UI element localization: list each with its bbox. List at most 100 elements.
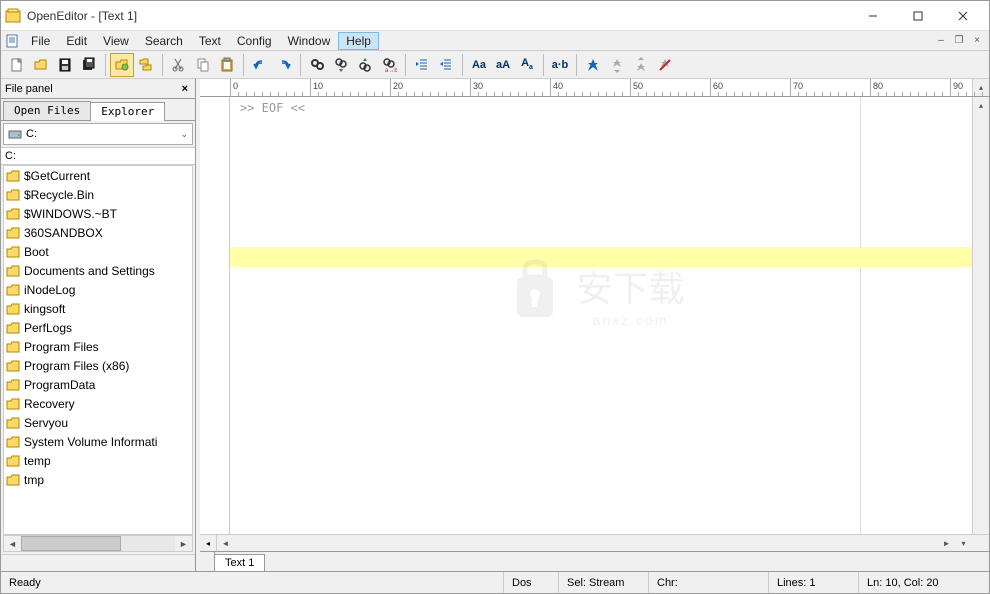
folder-item[interactable]: Documents and Settings <box>4 261 192 280</box>
redo-button[interactable] <box>272 53 296 77</box>
folder-item[interactable]: Boot <box>4 242 192 261</box>
copy-button[interactable] <box>191 53 215 77</box>
folder-icon <box>6 436 20 448</box>
folder-item[interactable]: temp <box>4 451 192 470</box>
menu-window[interactable]: Window <box>280 32 339 50</box>
scroll-left-arrow[interactable]: ◄ <box>217 535 234 551</box>
folder-name: temp <box>24 454 51 468</box>
save-button[interactable] <box>53 53 77 77</box>
status-position: Ln: 10, Col: 20 <box>859 572 989 593</box>
editor-area: ▴ 0102030405060708090 >> EOF << ▴ 安下载anx… <box>200 79 989 571</box>
mdi-close[interactable]: × <box>969 34 985 48</box>
tab-explorer[interactable]: Explorer <box>90 102 165 121</box>
folder-tree-button[interactable] <box>134 53 158 77</box>
find-prev-button[interactable] <box>353 53 377 77</box>
cut-button[interactable] <box>167 53 191 77</box>
folder-item[interactable]: ProgramData <box>4 375 192 394</box>
folder-icon <box>6 455 20 467</box>
folder-name: Program Files (x86) <box>24 359 129 373</box>
folder-name: $Recycle.Bin <box>24 188 94 202</box>
vertical-scrollbar[interactable]: ▴ <box>972 97 989 534</box>
bookmark-prev-button[interactable] <box>629 53 653 77</box>
app-window: OpenEditor - [Text 1] File Edit View Sea… <box>0 0 990 594</box>
find-button[interactable] <box>305 53 329 77</box>
titlebar: OpenEditor - [Text 1] <box>1 1 989 31</box>
minimize-button[interactable] <box>850 2 895 30</box>
open-file-button[interactable] <box>29 53 53 77</box>
folder-icon <box>6 322 20 334</box>
menu-view[interactable]: View <box>95 32 137 50</box>
folder-item[interactable]: System Volume Informati <box>4 432 192 451</box>
mdi-restore[interactable]: ❐ <box>951 34 967 48</box>
mdi-minimize[interactable]: – <box>933 34 949 48</box>
folder-icon <box>6 170 20 182</box>
word-button[interactable]: a·b <box>548 53 572 77</box>
scroll-down-arrow[interactable]: ▾ <box>955 535 972 551</box>
folder-name: tmp <box>24 473 44 487</box>
scroll-right-arrow[interactable]: ► <box>938 535 955 551</box>
close-button[interactable] <box>940 2 985 30</box>
scroll-left-icon[interactable]: ◄ <box>4 539 21 549</box>
folder-item[interactable]: $WINDOWS.~BT <box>4 204 192 223</box>
folder-icon <box>6 398 20 410</box>
folder-item[interactable]: $Recycle.Bin <box>4 185 192 204</box>
undo-button[interactable] <box>248 53 272 77</box>
scroll-right-icon[interactable]: ► <box>175 539 192 549</box>
outdent-button[interactable] <box>434 53 458 77</box>
folder-icon <box>6 417 20 429</box>
folder-icon <box>6 208 20 220</box>
bookmark-next-button[interactable] <box>605 53 629 77</box>
bookmark-button[interactable] <box>581 53 605 77</box>
replace-button[interactable]: a→b <box>377 53 401 77</box>
folder-item[interactable]: iNodeLog <box>4 280 192 299</box>
folder-item[interactable]: $GetCurrent <box>4 166 192 185</box>
folder-item[interactable]: Servyou <box>4 413 192 432</box>
body: File panel × Open Files Explorer C: ⌄ C:… <box>1 79 989 571</box>
folder-name: Recovery <box>24 397 75 411</box>
menu-file[interactable]: File <box>23 32 58 50</box>
lowercase-button[interactable]: aA <box>491 53 515 77</box>
new-file-button[interactable] <box>5 53 29 77</box>
folder-hscroll[interactable]: ◄ ► <box>3 535 193 552</box>
bookmark-clear-button[interactable] <box>653 53 677 77</box>
folder-list[interactable]: $GetCurrent $Recycle.Bin $WINDOWS.~BT360SA… <box>3 165 193 535</box>
tab-open-files[interactable]: Open Files <box>3 101 91 120</box>
gutter <box>200 97 230 534</box>
paste-button[interactable] <box>215 53 239 77</box>
scroll-up-arrow[interactable]: ▴ <box>973 97 989 114</box>
folder-item[interactable]: Program Files (x86) <box>4 356 192 375</box>
folder-name: System Volume Informati <box>24 435 157 449</box>
folder-item[interactable]: 360SANDBOX <box>4 223 192 242</box>
togglecase-button[interactable]: Aa <box>515 53 539 77</box>
save-all-button[interactable] <box>77 53 101 77</box>
editor[interactable]: >> EOF << ▴ 安下载anxz.com <box>200 97 989 534</box>
collapse-icon[interactable]: ◂ <box>200 535 217 551</box>
folder-item[interactable]: Program Files <box>4 337 192 356</box>
maximize-button[interactable] <box>895 2 940 30</box>
folder-icon <box>6 227 20 239</box>
horizontal-scrollbar[interactable]: ◂ ◄ ► ▾ <box>200 534 989 551</box>
menu-text[interactable]: Text <box>191 32 229 50</box>
file-panel-close[interactable]: × <box>179 83 191 95</box>
document-tab[interactable]: Text 1 <box>214 554 265 571</box>
uppercase-button[interactable]: Aa <box>467 53 491 77</box>
status-char: Chr: <box>649 572 769 593</box>
menu-help[interactable]: Help <box>338 32 379 50</box>
indent-button[interactable] <box>410 53 434 77</box>
menu-edit[interactable]: Edit <box>58 32 95 50</box>
folder-item[interactable]: PerfLogs <box>4 318 192 337</box>
folder-panel-button[interactable] <box>110 53 134 77</box>
menu-config[interactable]: Config <box>229 32 280 50</box>
find-next-button[interactable] <box>329 53 353 77</box>
chevron-down-icon: ⌄ <box>180 129 188 140</box>
folder-item[interactable]: tmp <box>4 470 192 489</box>
folder-item[interactable]: Recovery <box>4 394 192 413</box>
folder-name: Servyou <box>24 416 68 430</box>
eof-marker: >> EOF << <box>240 101 305 115</box>
folder-icon <box>6 379 20 391</box>
menu-search[interactable]: Search <box>137 32 191 50</box>
folder-item[interactable]: kingsoft <box>4 299 192 318</box>
drive-label: C: <box>26 128 37 140</box>
drive-selector[interactable]: C: ⌄ <box>3 123 193 145</box>
status-selection: Sel: Stream <box>559 572 649 593</box>
